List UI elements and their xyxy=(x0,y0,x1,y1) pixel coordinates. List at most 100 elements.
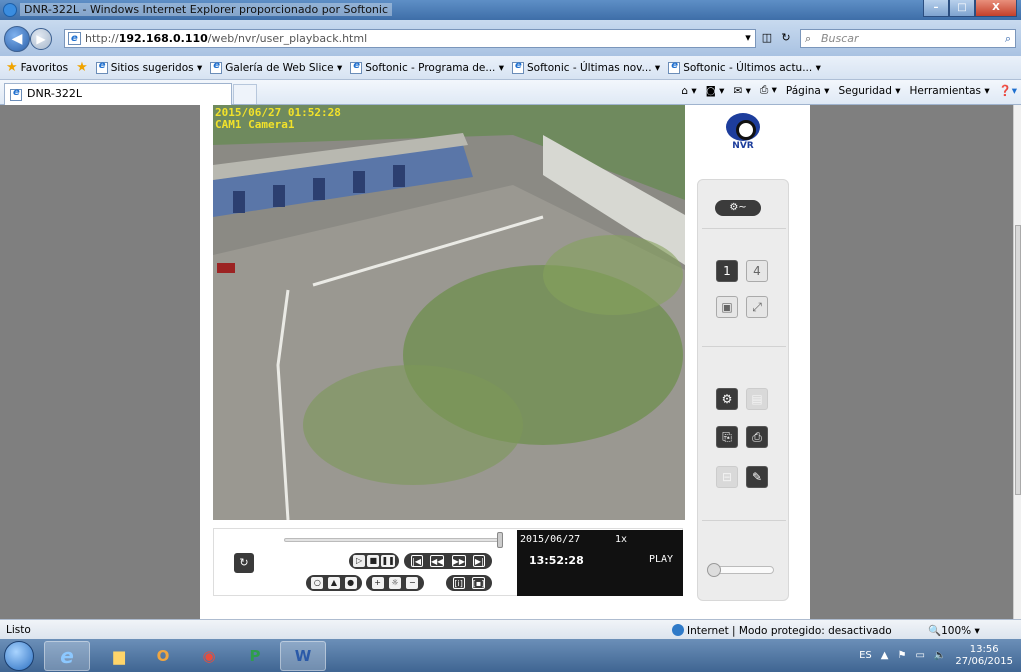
favorite-link-sitios[interactable]: Sitios sugeridos ▾ xyxy=(95,60,202,74)
compatibility-icon[interactable]: ◫ xyxy=(759,30,775,46)
pause-icon[interactable]: ❚❚ xyxy=(381,555,395,567)
close-button[interactable]: X xyxy=(975,0,1017,17)
new-tab-button[interactable] xyxy=(233,84,257,104)
rewind-icon[interactable]: ◀◀ xyxy=(430,555,445,567)
favorite-link-softonic-2[interactable]: Softonic - Últimas nov... ▾ xyxy=(512,60,660,74)
volume-slider[interactable] xyxy=(707,563,774,577)
nvr-logo-text: NVR xyxy=(732,141,754,151)
skip-end-icon[interactable]: ▶| xyxy=(473,555,486,567)
fast-forward-icon[interactable]: ▶▶ xyxy=(451,555,466,567)
flag-icon[interactable]: ⚑ xyxy=(897,650,906,661)
url-input[interactable]: http://192.168.0.110/web/nvr/user_playba… xyxy=(64,29,756,48)
layout-1-icon[interactable]: 1 xyxy=(716,260,738,282)
page-content: 2015/06/27 01:52:28 CAM1 Camera1 NVR ⚙~ … xyxy=(0,105,1013,619)
camera-video[interactable]: 2015/06/27 01:52:28 CAM1 Camera1 xyxy=(213,105,685,520)
system-tray: ES ▲ ⚑ ▭ 🔈 13:56 27/06/2015 xyxy=(859,639,1013,672)
taskbar-word[interactable]: W xyxy=(280,641,326,671)
focus-controls: ○ ▲ ● xyxy=(306,575,362,591)
start-button[interactable] xyxy=(4,641,34,671)
fullscreen-icon[interactable]: ⤢ xyxy=(746,296,768,318)
back-button[interactable]: ◀ xyxy=(4,26,30,52)
refresh-icon[interactable]: ↻ xyxy=(778,30,794,46)
back-to-live-button[interactable]: ↻ xyxy=(234,553,254,573)
tray-expand-icon[interactable]: ▲ xyxy=(881,650,889,661)
snapshot-icon[interactable]: [i] xyxy=(452,577,465,589)
maximize-button[interactable]: □ xyxy=(949,0,975,17)
favorite-link-label: Softonic - Últimos actu... ▾ xyxy=(683,61,821,74)
search-go-icon[interactable]: ⌕ xyxy=(1005,30,1011,47)
language-indicator[interactable]: ES xyxy=(859,650,872,661)
center-view-icon[interactable]: ▣ xyxy=(716,296,738,318)
playback-status: 2015/06/27 1x 13:52:28 PLAY xyxy=(517,530,683,596)
focus-far-icon[interactable]: ● xyxy=(344,577,357,589)
page-icon xyxy=(68,30,81,47)
taskbar-ie[interactable]: e xyxy=(44,641,90,671)
tab-dnr-322l[interactable]: DNR-322L xyxy=(4,83,232,105)
mail-icon[interactable]: ✉ ▾ xyxy=(733,85,750,97)
play-icon[interactable]: ▷ xyxy=(353,555,366,567)
export-icon[interactable]: ⎘ xyxy=(716,426,738,448)
favorite-link-softonic-3[interactable]: Softonic - Últimos actu... ▾ xyxy=(668,60,821,74)
layout-4-icon[interactable]: 4 xyxy=(746,260,768,282)
feeds-icon[interactable]: ◙ ▾ xyxy=(706,85,725,97)
scrollbar-thumb[interactable] xyxy=(1015,225,1021,495)
tab-label: DNR-322L xyxy=(27,87,82,100)
page-icon xyxy=(10,87,22,101)
print-icon[interactable]: ⎙ xyxy=(746,426,768,448)
minimize-button[interactable]: – xyxy=(923,0,949,17)
ptz-toggle-button[interactable]: ⚙~ xyxy=(715,200,761,216)
favorite-link-label: Galería de Web Slice ▾ xyxy=(225,61,343,74)
playback-state: PLAY xyxy=(649,554,674,565)
vertical-scrollbar[interactable] xyxy=(1013,105,1021,619)
skip-start-icon[interactable]: |◀ xyxy=(410,555,423,567)
security-menu[interactable]: Seguridad ▾ xyxy=(838,85,900,97)
eye-icon xyxy=(726,113,760,141)
favorite-link-label: Softonic - Programa de... ▾ xyxy=(365,61,505,74)
zoom-level[interactable]: 🔍100% ▾ xyxy=(928,624,980,637)
volume-icon[interactable]: 🔈 xyxy=(934,650,946,661)
page-menu[interactable]: Página ▾ xyxy=(786,85,830,97)
help-icon[interactable]: ❓▾ xyxy=(999,84,1017,97)
pencil-icon[interactable]: ✎ xyxy=(746,466,768,488)
network-icon[interactable]: ▭ xyxy=(915,650,924,661)
zoom-in-icon[interactable]: + xyxy=(371,577,384,589)
clock[interactable]: 13:56 27/06/2015 xyxy=(955,644,1013,668)
taskbar-explorer[interactable]: ▆ xyxy=(96,641,142,671)
timeline-knob[interactable] xyxy=(497,532,503,548)
favorites-button[interactable]: ★ Favoritos xyxy=(6,60,68,75)
divider xyxy=(702,346,786,347)
settings-icon[interactable]: ⚙ xyxy=(716,388,738,410)
taskbar-publisher[interactable]: P xyxy=(232,641,278,671)
brightness-icon[interactable]: ☼ xyxy=(388,577,401,589)
zoom-out-icon[interactable]: − xyxy=(406,577,419,589)
stop-icon[interactable]: ■ xyxy=(367,555,380,567)
status-text: Listo xyxy=(6,624,31,636)
add-favorite-icon[interactable]: ★ xyxy=(76,60,88,75)
favorite-link-galeria[interactable]: Galería de Web Slice ▾ xyxy=(210,60,343,74)
zoom-controls: + ☼ − xyxy=(366,575,424,591)
focus-up-icon[interactable]: ▲ xyxy=(327,577,340,589)
taskbar-chrome[interactable]: ◉ xyxy=(186,641,232,671)
playback-date: 2015/06/27 xyxy=(520,534,581,545)
print-icon[interactable]: ⎙ ▾ xyxy=(760,84,777,97)
page-icon xyxy=(668,60,681,74)
forward-button[interactable]: ▶ xyxy=(30,28,52,50)
nvr-logo: NVR xyxy=(723,113,763,161)
security-zone[interactable]: Internet | Modo protegido: desactivado xyxy=(672,624,892,637)
snapshot-controls: [i] [▪] xyxy=(446,575,492,591)
tools-menu[interactable]: Herramientas ▾ xyxy=(910,85,990,97)
timeline-slider[interactable] xyxy=(284,532,503,548)
record-icon[interactable]: [▪] xyxy=(471,577,486,589)
home-icon[interactable]: ⌂ ▾ xyxy=(681,85,696,97)
volume-slider-knob[interactable] xyxy=(707,563,721,577)
focus-near-icon[interactable]: ○ xyxy=(311,577,324,589)
dropdown-icon[interactable]: ▾ xyxy=(740,30,756,46)
camera-scene xyxy=(213,105,685,520)
favorite-link-softonic-1[interactable]: Softonic - Programa de... ▾ xyxy=(350,60,505,74)
playback-speed: 1x xyxy=(615,534,628,545)
search-input[interactable]: ⌕ Buscar ⌕ xyxy=(800,29,1016,48)
page-icon xyxy=(350,60,363,74)
search-icon: ⌕ xyxy=(805,32,812,45)
taskbar-outlook[interactable]: O xyxy=(140,641,186,671)
divider xyxy=(702,520,786,521)
